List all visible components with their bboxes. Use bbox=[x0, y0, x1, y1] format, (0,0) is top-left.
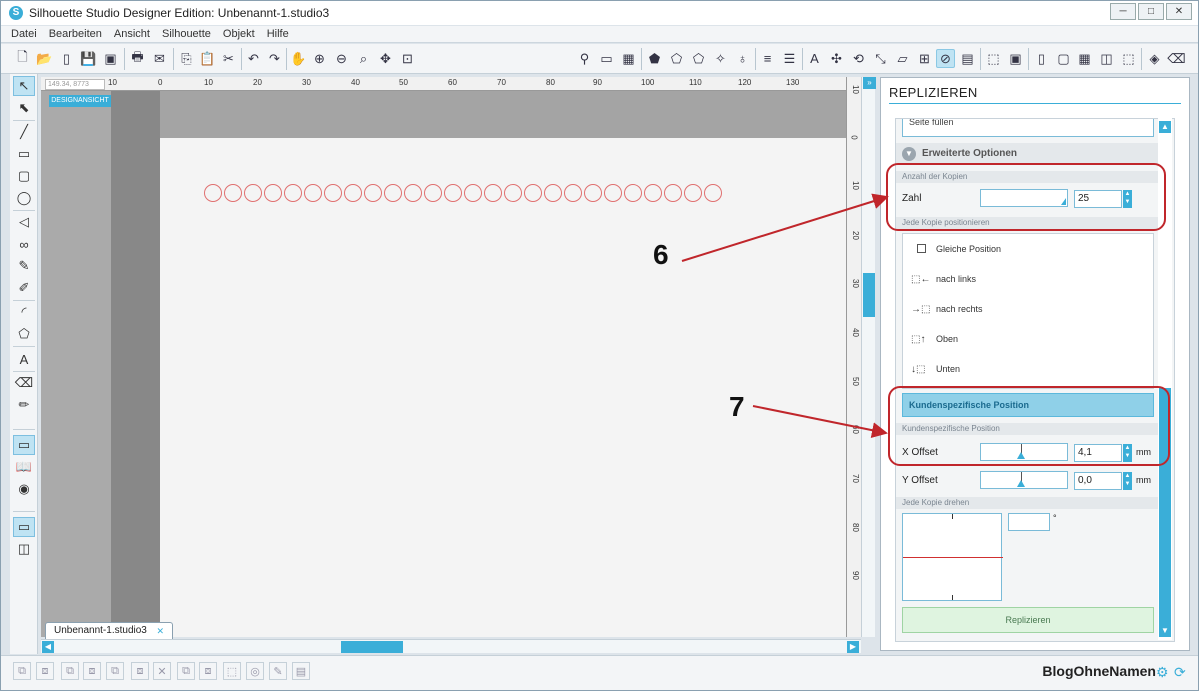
annotation-arrows bbox=[681, 193, 889, 439]
app-window: S Silhouette Studio Designer Edition: Un… bbox=[0, 0, 1199, 691]
arrow-6 bbox=[681, 193, 889, 262]
arrow-7 bbox=[752, 405, 888, 439]
